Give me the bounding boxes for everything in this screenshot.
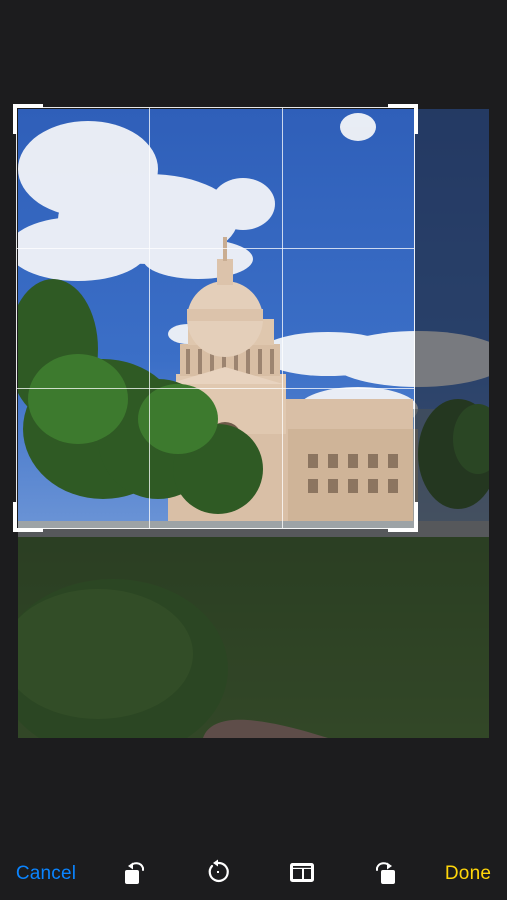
rotate-left-button[interactable]	[112, 848, 156, 900]
rotate-right-icon	[371, 857, 401, 892]
crop-frame[interactable]	[13, 104, 418, 532]
grid-line-horizontal-2	[17, 387, 414, 389]
revert-rotation-button[interactable]	[196, 848, 240, 900]
grid-line-vertical-2	[281, 108, 283, 528]
grid-line-horizontal-1	[17, 247, 414, 249]
done-button[interactable]: Done	[436, 848, 500, 900]
rotate-left-icon	[119, 857, 149, 892]
grid-line-vertical-1	[149, 108, 151, 528]
crop-handle-top-right[interactable]	[388, 104, 418, 134]
crop-handle-bottom-left[interactable]	[13, 502, 43, 532]
crop-handle-top-left[interactable]	[13, 104, 43, 134]
aspect-ratio-icon	[287, 857, 317, 892]
rotate-right-button[interactable]	[364, 848, 408, 900]
revert-rotation-icon	[203, 857, 233, 892]
bottom-toolbar: Cancel Done	[0, 848, 507, 900]
crop-handle-bottom-right[interactable]	[388, 502, 418, 532]
aspect-ratio-button[interactable]	[280, 848, 324, 900]
cancel-button[interactable]: Cancel	[8, 848, 84, 900]
